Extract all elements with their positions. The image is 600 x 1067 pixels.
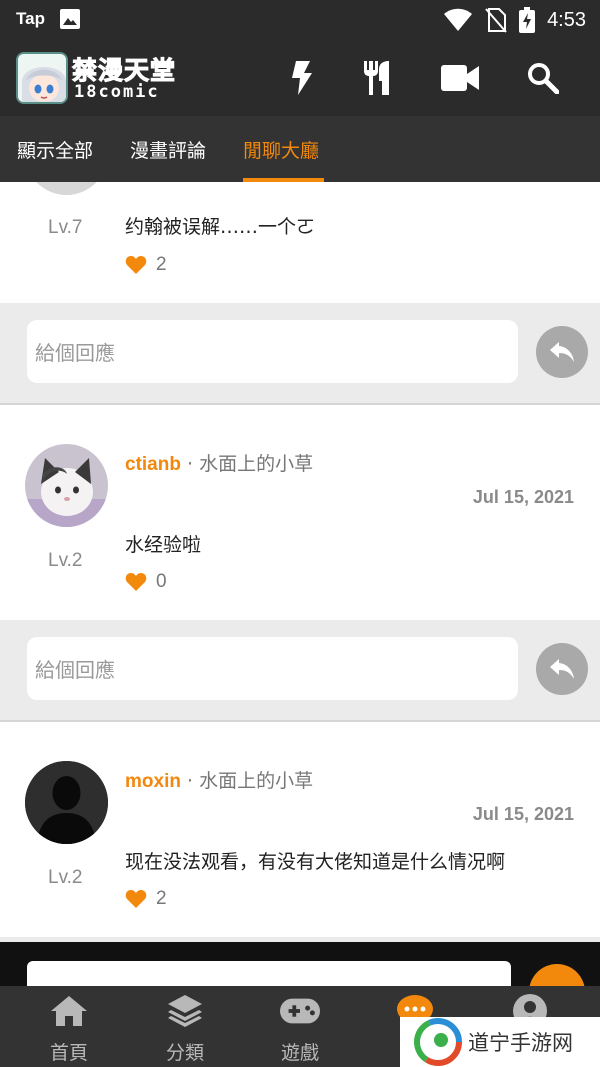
username[interactable]: ctianb	[125, 454, 181, 475]
like-count: 2	[156, 888, 167, 909]
reply-input[interactable]: 給個回應	[27, 320, 518, 383]
reply-button[interactable]	[536, 326, 588, 378]
reply-input[interactable]: 給個回應	[27, 637, 518, 700]
reply-placeholder: 給個回應	[35, 341, 115, 365]
comment-author-line: ctianb · 水面上的小草	[125, 449, 313, 476]
comment-date: Jul 15, 2021	[472, 804, 574, 824]
comment-feed[interactable]: Lv.7 约翰被误解……一个ㄛ 2 給個回應 Lv.2 ctianb · 水面上…	[0, 182, 600, 942]
tab-bar: 顯示全部 漫畫評論 閒聊大廳	[0, 116, 600, 182]
avatar[interactable]	[25, 761, 108, 844]
tab-label: 閒聊大廳	[243, 139, 320, 162]
search-button[interactable]	[523, 58, 563, 98]
username[interactable]: moxin	[125, 771, 181, 792]
message-input[interactable]	[27, 961, 511, 986]
restaurant-button[interactable]	[357, 58, 397, 98]
comment-text: 现在没法观看，有没有大佬知道是什么情况啊	[125, 851, 506, 873]
wifi-icon	[444, 8, 473, 31]
status-tap-label: Tap	[16, 9, 45, 28]
name-separator: ·	[187, 453, 194, 475]
like-button[interactable]: 2	[125, 888, 167, 910]
comment-author-line: moxin · 水面上的小草	[125, 766, 313, 793]
watermark: 道宁手游网	[400, 1017, 600, 1067]
nav-categories[interactable]: 分類	[130, 986, 240, 1067]
flash-button[interactable]	[282, 58, 322, 98]
logo-mascot	[16, 52, 68, 104]
reply-icon	[550, 659, 574, 679]
like-count: 2	[156, 254, 167, 275]
tab-comic-reviews[interactable]: 漫畫評論	[130, 116, 206, 182]
heart-icon	[125, 890, 147, 908]
like-button[interactable]: 2	[125, 254, 167, 276]
battery-charging-icon	[519, 7, 536, 33]
user-group: 水面上的小草	[199, 453, 314, 475]
no-sim-icon	[485, 8, 507, 33]
comment-text: 水经验啦	[125, 534, 202, 556]
like-count: 0	[156, 571, 167, 592]
like-button[interactable]: 0	[125, 571, 167, 593]
avatar[interactable]	[25, 444, 108, 527]
send-button[interactable]	[529, 964, 585, 986]
message-composer	[0, 942, 600, 986]
search-icon	[528, 63, 559, 94]
flash-icon	[292, 61, 312, 95]
tab-label: 顯示全部	[17, 139, 94, 162]
logo-subtitle: 18comic	[74, 82, 160, 102]
tab-show-all[interactable]: 顯示全部	[17, 116, 93, 182]
avatar[interactable]	[25, 182, 108, 195]
name-separator: ·	[187, 770, 194, 792]
tab-label: 漫畫評論	[130, 139, 207, 162]
watermark-text: 道宁手游网	[468, 1031, 573, 1055]
gamepad-icon	[280, 998, 320, 1024]
default-user-icon	[25, 761, 108, 844]
comment-card: Lv.2 ctianb · 水面上的小草 Jul 15, 2021 水经验啦 0	[0, 405, 600, 620]
video-icon	[441, 65, 479, 91]
comment-date: Jul 15, 2021	[472, 487, 574, 507]
status-time: 4:53	[547, 8, 586, 31]
status-bar: Tap 4:53	[0, 0, 600, 40]
restaurant-icon	[364, 61, 389, 95]
user-level: Lv.2	[48, 550, 83, 571]
tab-chat-hall[interactable]: 閒聊大廳	[243, 116, 324, 182]
comment-text: 约翰被误解……一个ㄛ	[125, 216, 316, 238]
heart-icon	[125, 256, 147, 274]
home-icon	[51, 996, 87, 1026]
app-logo[interactable]: 禁漫天堂 18comic	[16, 50, 186, 106]
heart-icon	[125, 573, 147, 591]
reply-row: 給個回應	[0, 620, 600, 722]
video-button[interactable]	[440, 58, 480, 98]
nav-home[interactable]: 首頁	[14, 986, 124, 1067]
user-level: Lv.7	[48, 217, 83, 238]
layers-icon	[168, 995, 202, 1027]
nav-label: 遊戲	[280, 1042, 319, 1064]
app-bar: 禁漫天堂 18comic	[0, 40, 600, 116]
reply-placeholder: 給個回應	[35, 658, 115, 682]
reply-button[interactable]	[536, 643, 588, 695]
watermark-logo	[414, 1018, 462, 1066]
user-level: Lv.2	[48, 867, 83, 888]
nav-label: 分類	[165, 1042, 204, 1064]
comment-card: Lv.2 moxin · 水面上的小草 Jul 15, 2021 现在没法观看，…	[0, 722, 600, 937]
nav-games[interactable]: 遊戲	[245, 986, 355, 1067]
comment-card: Lv.7 约翰被误解……一个ㄛ 2	[0, 182, 600, 303]
reply-row: 給個回應	[0, 303, 600, 405]
user-group: 水面上的小草	[199, 770, 314, 792]
reply-icon	[550, 342, 574, 362]
image-icon	[60, 9, 80, 29]
nav-label: 首頁	[49, 1042, 88, 1064]
